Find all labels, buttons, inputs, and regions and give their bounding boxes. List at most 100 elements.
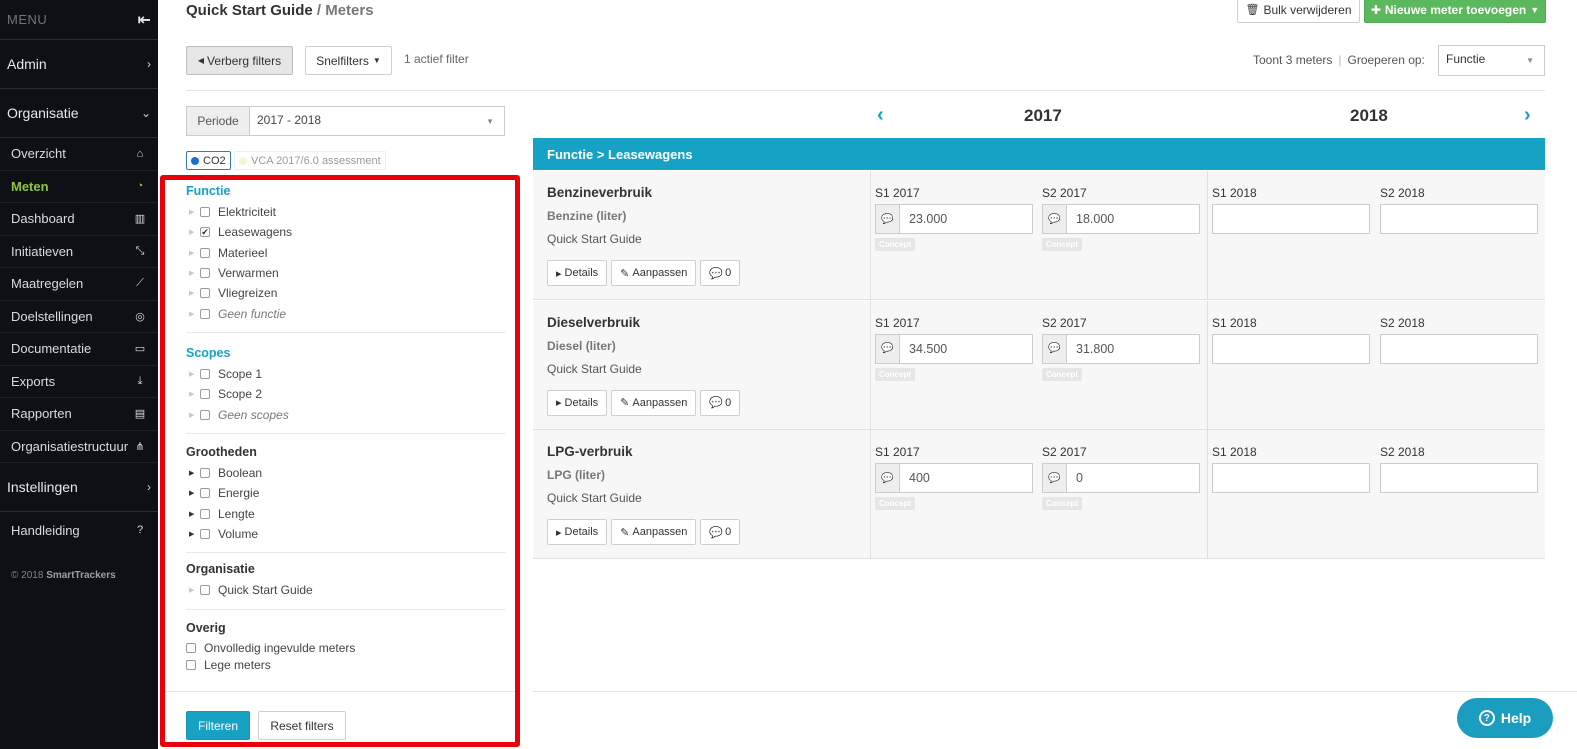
sidebar-section-admin[interactable]: Admin ›	[0, 40, 158, 89]
filter-option[interactable]: ▶ Geen functie	[186, 303, 506, 323]
checkbox[interactable]	[200, 247, 210, 258]
filter-option[interactable]: Onvolledig ingevulde meters	[186, 639, 506, 656]
period-value-input[interactable]: 💬 34.500	[875, 333, 1033, 364]
sidebar-item-rapporten[interactable]: Rapporten ▤	[0, 398, 158, 431]
add-meter-button[interactable]: ✚ Nieuwe meter toevoegen ▼	[1364, 0, 1546, 23]
filter-option[interactable]: ▶ Elektriciteit	[186, 202, 506, 222]
checkbox[interactable]	[200, 369, 210, 380]
period-value-input[interactable]	[1380, 204, 1538, 234]
comment-icon[interactable]: 💬	[876, 205, 900, 233]
checkbox[interactable]: ✔	[200, 227, 210, 238]
comments-button[interactable]: 💬 0	[700, 389, 741, 416]
period-value-input[interactable]	[1212, 333, 1370, 364]
checkbox[interactable]	[200, 308, 210, 319]
caret-down-icon: ▼	[1530, 4, 1540, 15]
checkbox[interactable]	[200, 488, 210, 499]
filter-option[interactable]: ▶ Energie	[186, 483, 506, 503]
hide-filters-button[interactable]: ◀ Verberg filters	[186, 46, 293, 75]
group-by-select[interactable]: Functie ▼	[1438, 45, 1545, 76]
sidebar-item-doelstellingen[interactable]: Doelstellingen ◎	[0, 301, 158, 333]
expand-triangle-icon[interactable]: ▶	[189, 469, 200, 477]
filter-option-label: Vliegreizen	[218, 286, 278, 301]
filter-option[interactable]: ▶ Vliegreizen	[186, 283, 506, 303]
tag-co2[interactable]: CO2	[186, 151, 231, 170]
sidebar-item-meten[interactable]: Meten ◔	[0, 171, 158, 203]
comment-icon[interactable]: 💬	[1043, 205, 1067, 233]
sidebar-item-overzicht[interactable]: Overzicht ⌂	[0, 138, 158, 171]
sidebar-item-documentatie[interactable]: Documentatie ▭	[0, 333, 158, 366]
period-value-input[interactable]: 💬 400	[875, 463, 1033, 493]
bulk-delete-button[interactable]: 🗑 Bulk verwijderen	[1237, 0, 1360, 23]
filter-option[interactable]: ▶ Boolean	[186, 463, 506, 483]
expand-triangle-icon[interactable]: ▶	[189, 530, 200, 538]
period-value-input[interactable]: 💬 31.800	[1042, 333, 1200, 364]
filter-option[interactable]: ▶ Materieel	[186, 243, 506, 263]
sidebar-item-handleiding[interactable]: Handleiding ?	[0, 512, 158, 548]
expand-triangle-icon[interactable]: ▶	[189, 489, 200, 497]
period-select[interactable]: 2017 - 2018 ▼	[249, 106, 505, 136]
year-heading: 2017	[1024, 106, 1062, 125]
filter-option[interactable]: ▶ Geen scopes	[186, 405, 506, 425]
period-value-input[interactable]	[1212, 204, 1370, 234]
checkbox[interactable]	[186, 659, 196, 670]
sidebar-section-label: Organisatie	[7, 105, 79, 121]
apply-filters-button[interactable]: Filteren	[186, 711, 250, 740]
filter-option[interactable]: ▶ Lengte	[186, 504, 506, 524]
next-period-icon[interactable]: ›	[1524, 104, 1531, 127]
period-value-input[interactable]: 💬 0	[1042, 463, 1200, 493]
filter-option[interactable]: ▶ Volume	[186, 524, 506, 544]
checkbox[interactable]	[200, 268, 210, 279]
period-value-input[interactable]: 💬 18.000	[1042, 204, 1200, 234]
checkbox[interactable]	[200, 508, 210, 519]
comments-button[interactable]: 💬 0	[700, 260, 741, 286]
tag-vca[interactable]: VCA 2017/6.0 assessment	[234, 151, 386, 170]
comment-icon[interactable]: 💬	[876, 464, 900, 492]
checkbox[interactable]	[200, 389, 210, 400]
expand-triangle-icon[interactable]: ▶	[189, 510, 200, 518]
collapse-sidebar-icon[interactable]: ⇤	[138, 10, 151, 30]
filter-group-organisatie: Organisatie ▶ Quick Start Guide	[186, 562, 506, 600]
group-by-value: Functie	[1446, 52, 1486, 66]
comment-icon[interactable]: 💬	[876, 334, 900, 363]
reset-filters-button[interactable]: Reset filters	[258, 711, 346, 740]
sidebar-section-instellingen[interactable]: Instellingen ›	[0, 463, 158, 512]
edit-label: Aanpassen	[632, 267, 688, 279]
details-button[interactable]: ▸ Details	[547, 519, 608, 545]
checkbox[interactable]	[200, 207, 210, 218]
checkbox[interactable]	[200, 529, 210, 540]
comment-icon[interactable]: 💬	[1043, 464, 1067, 492]
filter-option[interactable]: ▶ Verwarmen	[186, 263, 506, 283]
previous-period-icon[interactable]: ‹	[877, 104, 884, 127]
checkbox[interactable]	[200, 468, 210, 479]
period-value-input[interactable]: 💬 23.000	[875, 204, 1033, 234]
checkbox[interactable]	[200, 288, 210, 299]
sidebar-items: Overzicht ⌂ Meten ◔ Dashboard ▥ Initiatieven ⤡ M…	[0, 138, 158, 463]
checkbox[interactable]	[186, 642, 196, 653]
sidebar-item-maatregelen[interactable]: Maatregelen ⟋	[0, 268, 158, 301]
sidebar-item-dashboard[interactable]: Dashboard ▥	[0, 203, 158, 236]
checkbox[interactable]	[200, 409, 210, 420]
sidebar-section-organisatie[interactable]: Organisatie ⌄	[0, 89, 158, 138]
period-value-input[interactable]	[1212, 463, 1370, 493]
help-button[interactable]: ? Help	[1457, 698, 1553, 738]
comment-icon[interactable]: 💬	[1043, 334, 1067, 363]
filter-option[interactable]: Lege meters	[186, 656, 506, 673]
sidebar-item-organisatiestructuur[interactable]: Organisatiestructuur ⋔	[0, 431, 158, 463]
sidebar-item-initiatieven[interactable]: Initiatieven ⤡	[0, 236, 158, 268]
details-button[interactable]: ▸ Details	[547, 389, 608, 416]
checkbox[interactable]	[200, 585, 210, 596]
filter-option[interactable]: ▶ Scope 2	[186, 384, 506, 404]
edit-button[interactable]: ✎ Aanpassen	[611, 519, 697, 545]
details-button[interactable]: ▸ Details	[547, 260, 608, 286]
edit-button[interactable]: ✎ Aanpassen	[611, 389, 697, 416]
quick-filters-button[interactable]: Snelfilters ▼	[305, 46, 392, 75]
comments-button[interactable]: 💬 0	[700, 519, 741, 545]
filter-option[interactable]: ▶ ✔ Leasewagens	[186, 222, 506, 242]
sidebar-item-exports[interactable]: Exports ⤓	[0, 366, 158, 398]
edit-button[interactable]: ✎ Aanpassen	[611, 260, 697, 286]
filter-option[interactable]: ▶ Scope 1	[186, 364, 506, 384]
expand-triangle-icon: ▶	[189, 310, 195, 318]
filter-option[interactable]: ▶ Quick Start Guide	[186, 580, 506, 600]
period-value-input[interactable]	[1380, 333, 1538, 364]
period-value-input[interactable]	[1380, 463, 1538, 493]
